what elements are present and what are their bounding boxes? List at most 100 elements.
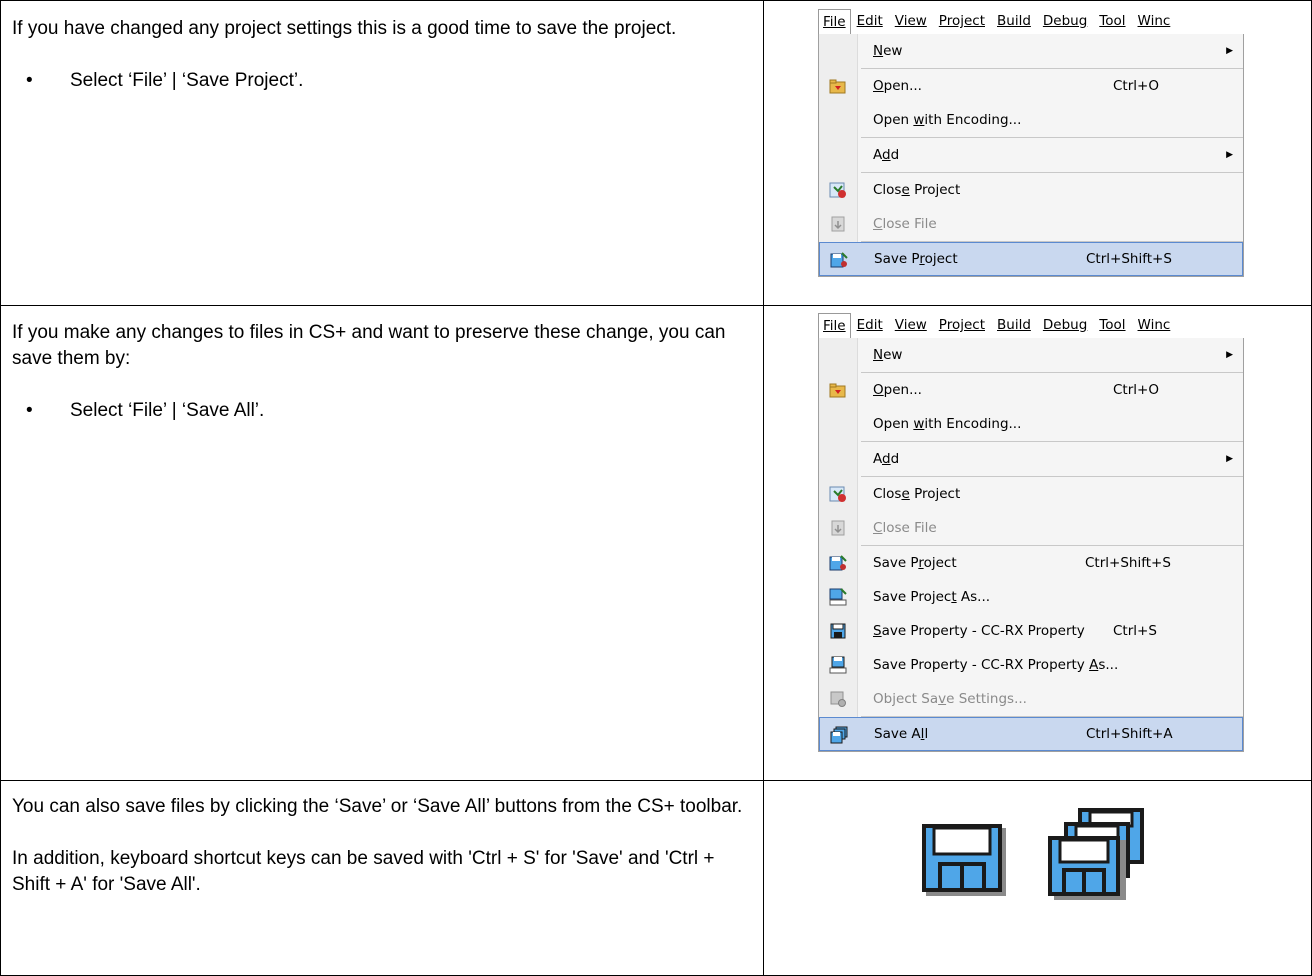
- menubar-debug[interactable]: Debug: [1037, 312, 1093, 338]
- close-project-icon: [829, 181, 847, 199]
- row-1-bullet: Select ‘File’ | ‘Save Project’.: [12, 68, 752, 94]
- close-file-icon: [829, 519, 847, 537]
- menu-item-shortcut: Ctrl+O: [1113, 382, 1159, 398]
- menubar-file-label: File: [823, 317, 846, 334]
- menu-item-shortcut: Ctrl+O: [1113, 78, 1159, 94]
- menu-item-label: Open...: [873, 382, 922, 398]
- menu-item-label: Close Project: [873, 486, 961, 502]
- menu-item-save-project[interactable]: Save Project Ctrl+Shift+S: [819, 546, 1243, 580]
- table-row-divider: [0, 305, 1312, 306]
- menu-item-label: Save Project As...: [873, 589, 991, 605]
- table-border-left: [0, 0, 1, 976]
- menubar-build[interactable]: Build: [991, 8, 1037, 34]
- menu-item-open[interactable]: Open... Ctrl+O: [819, 373, 1243, 407]
- menu-item-add[interactable]: Add ▶: [819, 442, 1243, 476]
- menu-item-save-all[interactable]: Save All Ctrl+Shift+A: [819, 717, 1243, 751]
- menubar-build-label: Build: [997, 13, 1031, 29]
- menubar: File Edit View Project Build Debug Tool …: [818, 8, 1244, 34]
- submenu-arrow-icon: ▶: [1226, 454, 1233, 464]
- row-3-text: You can also save files by clicking the …: [12, 794, 752, 898]
- table-row-divider: [0, 780, 1312, 781]
- menubar-edit-label: Edit: [856, 13, 883, 29]
- menu-item-save-property-cc-rx-property-as[interactable]: Save Property - CC-RX Property As...: [819, 648, 1243, 682]
- row-1-paragraph: If you have changed any project settings…: [12, 18, 677, 39]
- close-file-icon: [829, 215, 847, 233]
- menubar-file-label: File: [823, 13, 846, 30]
- row-3-paragraph: You can also save files by clicking the …: [12, 796, 743, 817]
- menu-item-label: Add: [873, 147, 900, 163]
- menu-item-label: Open with Encoding...: [873, 112, 1022, 128]
- close-project-icon: [829, 485, 847, 503]
- object-save-settings-icon: [829, 690, 847, 708]
- menubar-debug-label: Debug: [1042, 317, 1088, 333]
- menu-item-save-property-cc-rx-property[interactable]: Save Property - CC-RX Property Ctrl+S: [819, 614, 1243, 648]
- menu-item-open-with-encoding[interactable]: Open with Encoding...: [819, 407, 1243, 441]
- menubar-project-label: Project: [938, 13, 985, 29]
- menubar-edit[interactable]: Edit: [851, 312, 889, 338]
- menubar-file[interactable]: File: [818, 312, 851, 338]
- menubar-window-label: Winc: [1137, 317, 1171, 333]
- menu-item-label: Open with Encoding...: [873, 416, 1022, 432]
- row-2-bullet: Select ‘File’ | ‘Save All’.: [12, 398, 752, 424]
- menubar-edit-label: Edit: [856, 317, 883, 333]
- menu-item-label: Save Property - CC-RX Property As...: [873, 657, 1119, 673]
- menu-item-label: Close File: [873, 216, 937, 232]
- menubar-build[interactable]: Build: [991, 312, 1037, 338]
- save-all-icon[interactable]: [1036, 806, 1148, 902]
- menubar-window[interactable]: Winc: [1132, 8, 1177, 34]
- menu-item-label: New: [873, 347, 903, 363]
- instruction-table: If you have changed any project settings…: [0, 0, 1312, 976]
- menu-item-shortcut: Ctrl+Shift+S: [1086, 251, 1172, 267]
- menubar: File Edit View Project Build Debug Tool …: [818, 312, 1244, 338]
- menu-item-shortcut: Ctrl+S: [1113, 623, 1157, 639]
- row-2-paragraph: If you make any changes to files in CS+ …: [12, 322, 726, 369]
- menu-item-close-file[interactable]: Close File: [819, 511, 1243, 545]
- menubar-tool[interactable]: Tool: [1093, 312, 1131, 338]
- menu-item-add[interactable]: Add ▶: [819, 138, 1243, 172]
- menu-item-close-project[interactable]: Close Project: [819, 173, 1243, 207]
- menu-item-open-with-encoding[interactable]: Open with Encoding...: [819, 103, 1243, 137]
- menubar-window[interactable]: Winc: [1132, 312, 1177, 338]
- menu-item-save-project[interactable]: Save Project Ctrl+Shift+S: [819, 242, 1243, 276]
- save-as-icon: [829, 656, 847, 674]
- menubar-file[interactable]: File: [818, 8, 851, 34]
- file-menu-dropdown: New ▶ Open... Ctrl+O Open with Encoding... Ad…: [818, 338, 1244, 752]
- menu-item-object-save-settings[interactable]: Object Save Settings...: [819, 682, 1243, 716]
- save-project-icon: [829, 554, 847, 572]
- menubar-edit[interactable]: Edit: [851, 8, 889, 34]
- menubar-tool[interactable]: Tool: [1093, 8, 1131, 34]
- menu-item-label: Save Property - CC-RX Property: [873, 623, 1085, 639]
- menubar-project[interactable]: Project: [933, 312, 991, 338]
- menu-item-label: Save Project: [874, 251, 958, 267]
- menubar-tool-label: Tool: [1099, 13, 1126, 29]
- menu-item-open[interactable]: Open... Ctrl+O: [819, 69, 1243, 103]
- menubar-project[interactable]: Project: [933, 8, 991, 34]
- submenu-arrow-icon: ▶: [1226, 350, 1233, 360]
- menu-item-label: New: [873, 43, 903, 59]
- menu-item-label: Add: [873, 451, 900, 467]
- menu-item-close-project[interactable]: Close Project: [819, 477, 1243, 511]
- save-all-icon: [830, 726, 848, 744]
- menu-item-close-file[interactable]: Close File: [819, 207, 1243, 241]
- menubar-project-label: Project: [938, 317, 985, 333]
- save-project-as-icon: [829, 588, 847, 606]
- open-folder-icon: [829, 77, 847, 95]
- open-folder-icon: [829, 381, 847, 399]
- row-3-paragraph-2: In addition, keyboard shortcut keys can …: [12, 848, 715, 895]
- menu-item-save-project-as[interactable]: Save Project As...: [819, 580, 1243, 614]
- menu-item-label: Object Save Settings...: [873, 691, 1027, 707]
- menu-item-new[interactable]: New ▶: [819, 34, 1243, 68]
- menubar-window-label: Winc: [1137, 13, 1171, 29]
- menu-item-label: Open...: [873, 78, 922, 94]
- menubar-view-label: View: [894, 317, 927, 333]
- menubar-view[interactable]: View: [889, 312, 933, 338]
- menubar-build-label: Build: [997, 317, 1031, 333]
- menu-item-new[interactable]: New ▶: [819, 338, 1243, 372]
- menubar-view[interactable]: View: [889, 8, 933, 34]
- menubar-debug[interactable]: Debug: [1037, 8, 1093, 34]
- menu-item-label: Close File: [873, 520, 937, 536]
- save-icon[interactable]: [920, 820, 1012, 900]
- row-1-text: If you have changed any project settings…: [12, 16, 752, 94]
- row-2-text: If you make any changes to files in CS+ …: [12, 320, 752, 424]
- save-icon: [829, 622, 847, 640]
